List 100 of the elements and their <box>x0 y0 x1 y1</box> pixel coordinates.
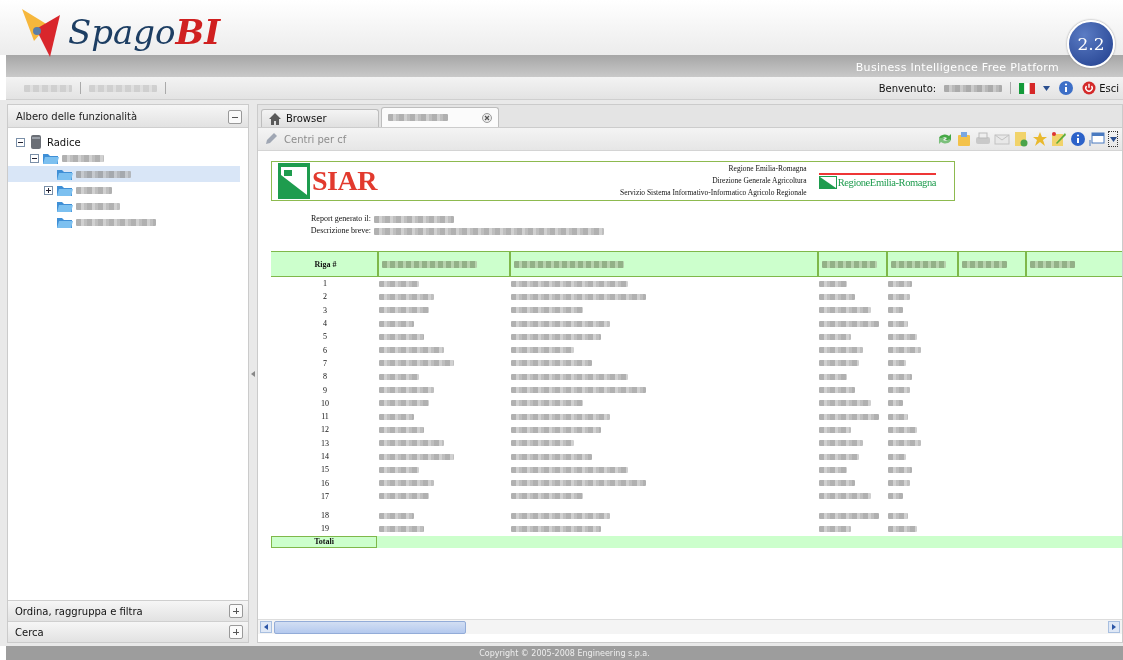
redacted-cell <box>379 280 419 287</box>
info-icon[interactable] <box>1058 80 1075 96</box>
redacted-cell <box>888 347 921 354</box>
window-icon[interactable] <box>1089 131 1105 147</box>
redacted-cell <box>888 526 917 532</box>
redacted-cell <box>379 480 434 487</box>
document-title: Centri per cf <box>284 133 347 145</box>
scroll-right-icon[interactable] <box>1112 624 1116 630</box>
redacted-cell <box>379 333 424 340</box>
redacted-cell <box>819 360 859 367</box>
row-number: 18 <box>320 510 330 523</box>
redacted-cell <box>888 453 906 460</box>
row-number: 15 <box>320 464 330 477</box>
row-number: 3 <box>322 304 328 317</box>
scroll-left-icon[interactable] <box>264 624 268 630</box>
region-mark-icon <box>818 176 837 189</box>
redacted-cell <box>888 413 908 420</box>
expand-toggle-icon[interactable] <box>30 153 39 163</box>
redacted-cell <box>819 440 863 447</box>
redacted-cell <box>888 440 921 447</box>
expand-button[interactable] <box>229 625 243 639</box>
horizontal-scrollbar[interactable] <box>258 619 1122 634</box>
redacted-cell <box>379 347 444 354</box>
server-icon <box>28 134 44 150</box>
version-badge: 2.2 <box>1067 20 1115 68</box>
redacted-cell <box>379 440 444 447</box>
dropdown-arrow-icon[interactable] <box>1043 85 1051 91</box>
redacted-cell <box>888 373 912 380</box>
row-number: 11 <box>320 411 330 424</box>
notes-icon[interactable] <box>1051 131 1067 147</box>
redacted-cell <box>819 413 879 420</box>
collapse-arrow-icon[interactable] <box>251 370 255 377</box>
folder-icon <box>56 199 73 213</box>
save-icon[interactable] <box>1013 131 1029 147</box>
redacted-cell <box>379 320 414 327</box>
redacted-cell <box>888 360 906 367</box>
region-logo: RegioneEmilia-Romagna <box>837 177 936 188</box>
tree-node[interactable]: Radice <box>8 134 240 150</box>
redacted-cell <box>888 426 917 433</box>
tree-node[interactable] <box>8 166 240 182</box>
more-dropdown[interactable] <box>1108 131 1118 147</box>
flag-icon[interactable] <box>1019 82 1036 94</box>
expand-toggle-icon[interactable] <box>16 137 25 147</box>
row-number: 17 <box>320 490 330 503</box>
tab[interactable]: Browser <box>261 109 379 127</box>
panel-header[interactable]: Albero delle funzionalità <box>8 105 248 128</box>
collapse-button[interactable] <box>228 110 242 124</box>
folder-icon <box>56 167 73 181</box>
pencil-icon <box>264 132 278 146</box>
redacted-cell <box>888 280 912 287</box>
redacted-cell <box>819 373 847 380</box>
folder-icon <box>42 151 59 165</box>
welcome-label: Benvenuto: <box>878 82 937 94</box>
row-number: 10 <box>320 397 330 410</box>
expand-toggle-icon[interactable] <box>44 185 53 195</box>
row-number: 5 <box>322 331 328 344</box>
home-icon <box>268 111 282 126</box>
siar-logo: SIAR <box>312 165 377 197</box>
redacted-cell <box>819 512 879 519</box>
info-icon[interactable] <box>1070 131 1086 147</box>
redacted-cell <box>888 387 910 393</box>
redacted-cell <box>379 293 434 300</box>
copyright: Copyright © 2005-2008 Engineering s.p.a. <box>479 648 650 658</box>
redacted-cell <box>379 426 424 433</box>
expand-button[interactable] <box>229 604 243 618</box>
logout-link[interactable]: Esci <box>1082 81 1119 95</box>
redacted-cell <box>819 307 871 314</box>
redacted-cell <box>379 512 414 519</box>
redacted-cell <box>819 387 855 393</box>
redacted-cell <box>819 400 871 407</box>
caret-icon <box>1109 136 1117 142</box>
row-number: 9 <box>322 384 328 397</box>
row-number: 6 <box>322 344 328 357</box>
row-number: 8 <box>322 371 328 384</box>
redacted-cell <box>511 347 574 354</box>
redacted-cell <box>379 400 429 407</box>
redacted-cell <box>379 466 419 473</box>
folder-icon <box>56 215 73 229</box>
redacted-cell <box>888 333 917 340</box>
row-number: 7 <box>322 357 328 370</box>
redacted-cell <box>888 307 903 314</box>
redacted-cell <box>819 320 879 327</box>
redacted-cell <box>511 400 583 407</box>
redacted-cell <box>379 493 429 500</box>
close-icon[interactable] <box>482 112 492 123</box>
redacted-cell <box>888 320 908 327</box>
row-number: 12 <box>320 424 330 437</box>
row-number: 1 <box>322 278 328 291</box>
redacted-cell <box>511 307 583 314</box>
redacted-cell <box>511 440 574 447</box>
star-icon[interactable] <box>1032 131 1048 147</box>
export-icon[interactable] <box>956 131 972 147</box>
redacted-cell <box>819 466 847 473</box>
redacted-cell <box>819 480 855 487</box>
panel-title[interactable]: Cerca <box>15 626 44 638</box>
redacted-cell <box>819 280 847 287</box>
redacted-cell <box>379 387 434 393</box>
row-number: 13 <box>320 437 330 450</box>
redacted-cell <box>819 426 851 433</box>
row-number: 19 <box>320 523 330 536</box>
